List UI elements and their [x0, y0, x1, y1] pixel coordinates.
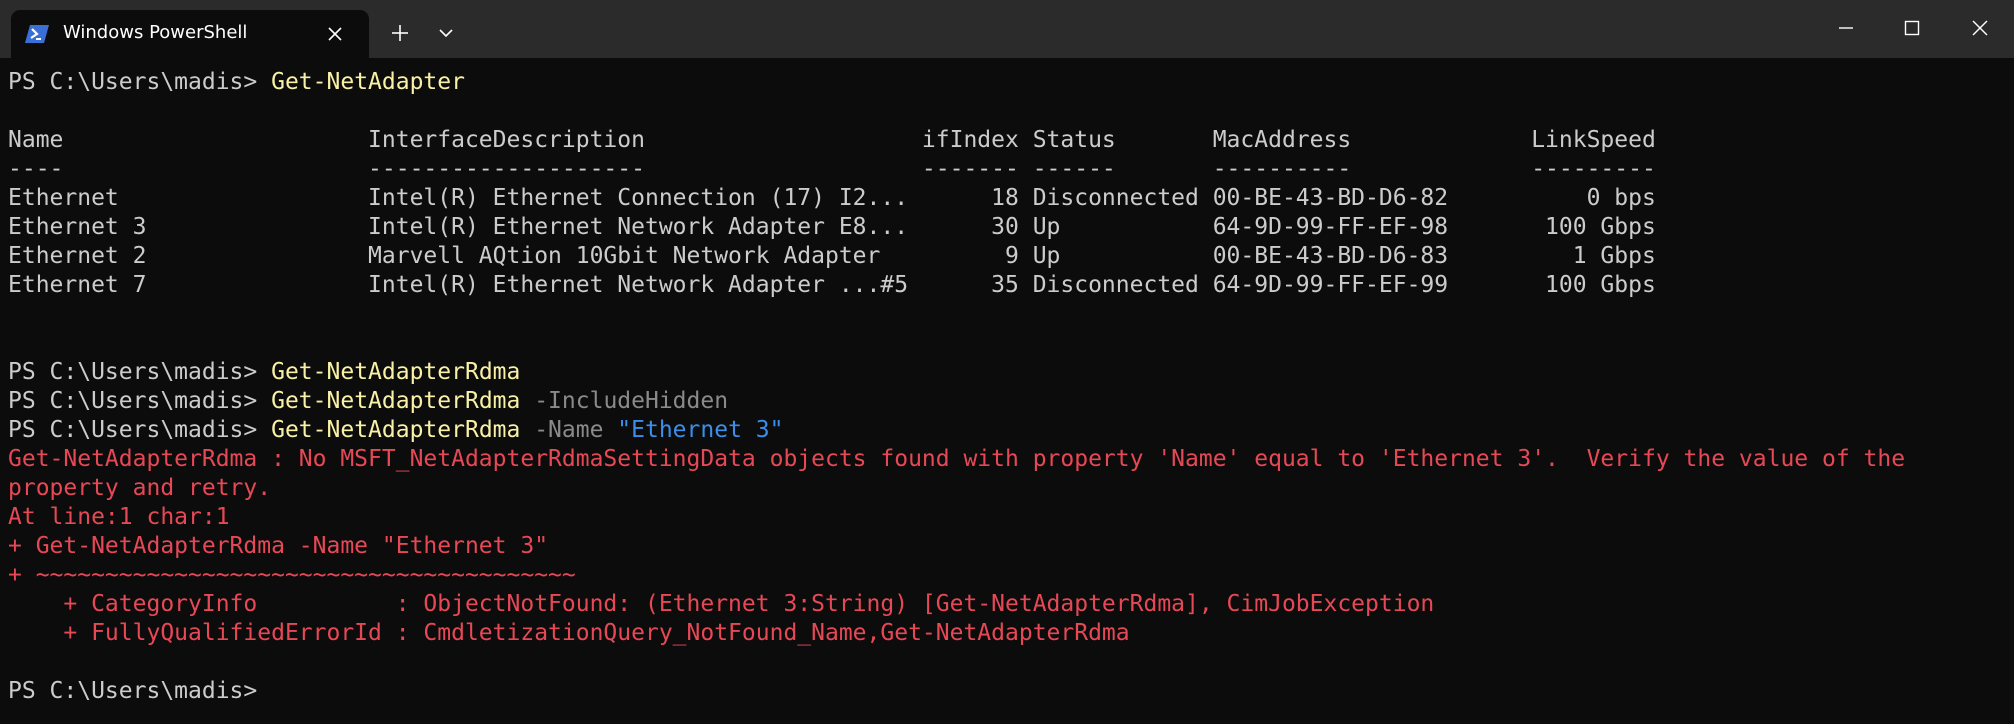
table-row: Ethernet 7 Intel(R) Ethernet Network Ada…: [8, 272, 1656, 298]
prompt-line: PS C:\Users\madis> Get-NetAdapterRdma: [8, 358, 2008, 387]
close-icon: [1972, 20, 1988, 36]
command: Get-NetAdapterRdma: [271, 359, 521, 385]
prompt-line: PS C:\Users\madis>: [8, 677, 2008, 706]
tab-windows-powershell[interactable]: Windows PowerShell: [11, 10, 369, 58]
close-window-button[interactable]: [1946, 0, 2014, 56]
prompt: PS C:\Users\madis>: [8, 417, 272, 443]
command-parameter: -Name: [520, 417, 618, 443]
minimize-icon: [1839, 27, 1853, 29]
table-row: Ethernet Intel(R) Ethernet Connection (1…: [8, 185, 1656, 211]
chevron-down-icon[interactable]: [432, 19, 460, 47]
command-string: "Ethernet 3": [617, 417, 784, 443]
prompt-line: PS C:\Users\madis> Get-NetAdapterRdma -I…: [8, 387, 2008, 416]
tab-close-icon[interactable]: [323, 22, 347, 46]
prompt-line: PS C:\Users\madis> Get-NetAdapter: [8, 68, 2008, 97]
command: Get-NetAdapter: [271, 69, 465, 95]
command: Get-NetAdapterRdma: [271, 417, 521, 443]
maximize-button[interactable]: [1878, 0, 1946, 56]
error-line: + ~~~~~~~~~~~~~~~~~~~~~~~~~~~~~~~~~~~~~~…: [8, 562, 576, 588]
error-line: Get-NetAdapterRdma : No MSFT_NetAdapterR…: [8, 446, 1906, 472]
new-tab-plus-icon[interactable]: [386, 19, 414, 47]
error-line: property and retry.: [8, 475, 272, 501]
error-line: + FullyQualifiedErrorId : CmdletizationQ…: [8, 620, 1130, 646]
table-row: Ethernet 3 Intel(R) Ethernet Network Ada…: [8, 214, 1656, 240]
table-rule: ---- -------------------- ------- ------…: [8, 156, 1656, 182]
prompt-line: PS C:\Users\madis> Get-NetAdapterRdma -N…: [8, 416, 2008, 445]
tab-title: Windows PowerShell: [63, 22, 248, 43]
minimize-button[interactable]: [1812, 0, 1880, 56]
maximize-icon: [1904, 20, 1920, 36]
title-bar: Windows PowerShell: [0, 0, 2014, 58]
command: Get-NetAdapterRdma: [271, 388, 521, 414]
error-line: At line:1 char:1: [8, 504, 230, 530]
terminal-output[interactable]: PS C:\Users\madis> Get-NetAdapter Name I…: [8, 68, 2008, 718]
error-line: + CategoryInfo : ObjectNotFound: (Ethern…: [8, 591, 1435, 617]
prompt: PS C:\Users\madis>: [8, 388, 272, 414]
table-header: Name InterfaceDescription ifIndex Status…: [8, 127, 1656, 153]
prompt: PS C:\Users\madis>: [8, 69, 272, 95]
prompt: PS C:\Users\madis>: [8, 678, 272, 704]
powershell-icon: [25, 23, 49, 45]
prompt: PS C:\Users\madis>: [8, 359, 272, 385]
table-row: Ethernet 2 Marvell AQtion 10Gbit Network…: [8, 243, 1656, 269]
command-parameter: -IncludeHidden: [520, 388, 729, 414]
error-line: + Get-NetAdapterRdma -Name "Ethernet 3": [8, 533, 549, 559]
